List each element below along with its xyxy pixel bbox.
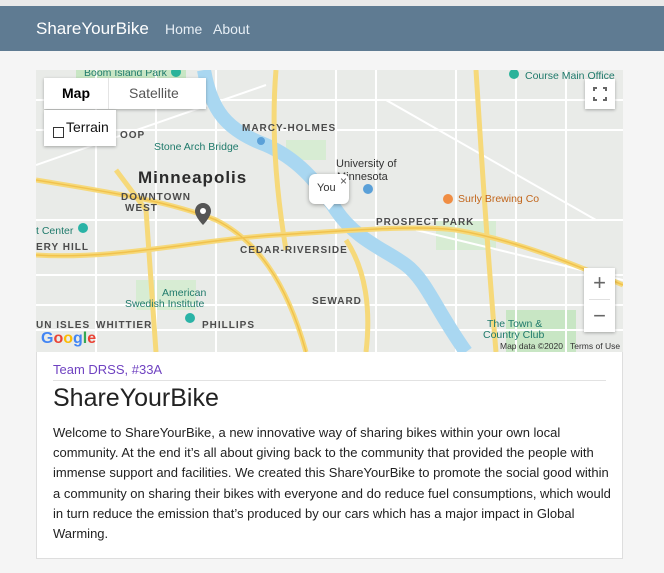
terrain-option[interactable]: Terrain [44,110,116,146]
terrain-checkbox[interactable] [53,127,64,138]
map-label-town-country-2: Country Club [483,329,545,341]
map-type-map-button[interactable]: Map [44,78,108,109]
map-type-control: Map Satellite [44,78,206,109]
google-logo: Google [41,330,97,347]
map-label-swedish: Swedish Institute [125,298,205,310]
map-label-surly: Surly Brewing Co [458,193,540,205]
navbar: ShareYourBike Home About [0,6,664,51]
popup-text: You [317,182,336,194]
fullscreen-button[interactable] [585,79,615,109]
team-link[interactable]: Team DRSS, #33A [53,362,162,377]
map-view[interactable]: Boom Island Park Course Main Office MARC… [36,70,623,352]
popup-close-icon[interactable]: × [340,174,347,188]
map-label-cedar-riverside: CEDAR-RIVERSIDE [240,245,348,256]
card-divider [53,380,606,381]
nav-home-link[interactable]: Home [165,21,202,37]
brand-link[interactable]: ShareYourBike [36,19,149,39]
map-label-oop: OOP [120,130,146,141]
map-label-prospect-park: PROSPECT PARK [376,217,475,228]
card-body: Welcome to ShareYourBike, a new innovati… [53,425,611,542]
map-label-marcy-holmes: MARCY-HOLMES [242,123,337,134]
map-label-t-center: t Center [36,225,74,237]
map-label-downtown: DOWNTOWN [121,192,192,203]
map-data-attribution: Map data ©2020 [500,341,563,351]
info-card: Team DRSS, #33A ShareYourBike Welcome to… [36,352,623,559]
map-label-seward: SEWARD [312,296,362,307]
zoom-in-button[interactable]: + [584,268,615,298]
card-title: ShareYourBike [53,384,219,412]
location-popup: You × [309,174,349,210]
fullscreen-icon [593,87,607,101]
zoom-out-button[interactable]: − [584,301,615,331]
zoom-divider [589,299,610,300]
map-label-phillips: PHILLIPS [202,320,256,331]
nav-about-link[interactable]: About [213,21,250,37]
popup-tail [323,203,335,210]
map-type-satellite-button[interactable]: Satellite [108,78,206,109]
map-label-ery-hill: ERY HILL [36,242,90,253]
map-label-west: WEST [125,203,158,214]
map-label-city: Minneapolis [138,168,248,187]
map-label-stone-arch: Stone Arch Bridge [154,141,239,153]
map-label-whittier: WHITTIER [96,320,153,331]
zoom-control: + − [584,268,615,332]
terms-of-use-link[interactable]: Terms of Use [570,341,620,351]
terrain-label: Terrain [66,119,109,135]
map-label-univ1: University of [336,158,397,170]
